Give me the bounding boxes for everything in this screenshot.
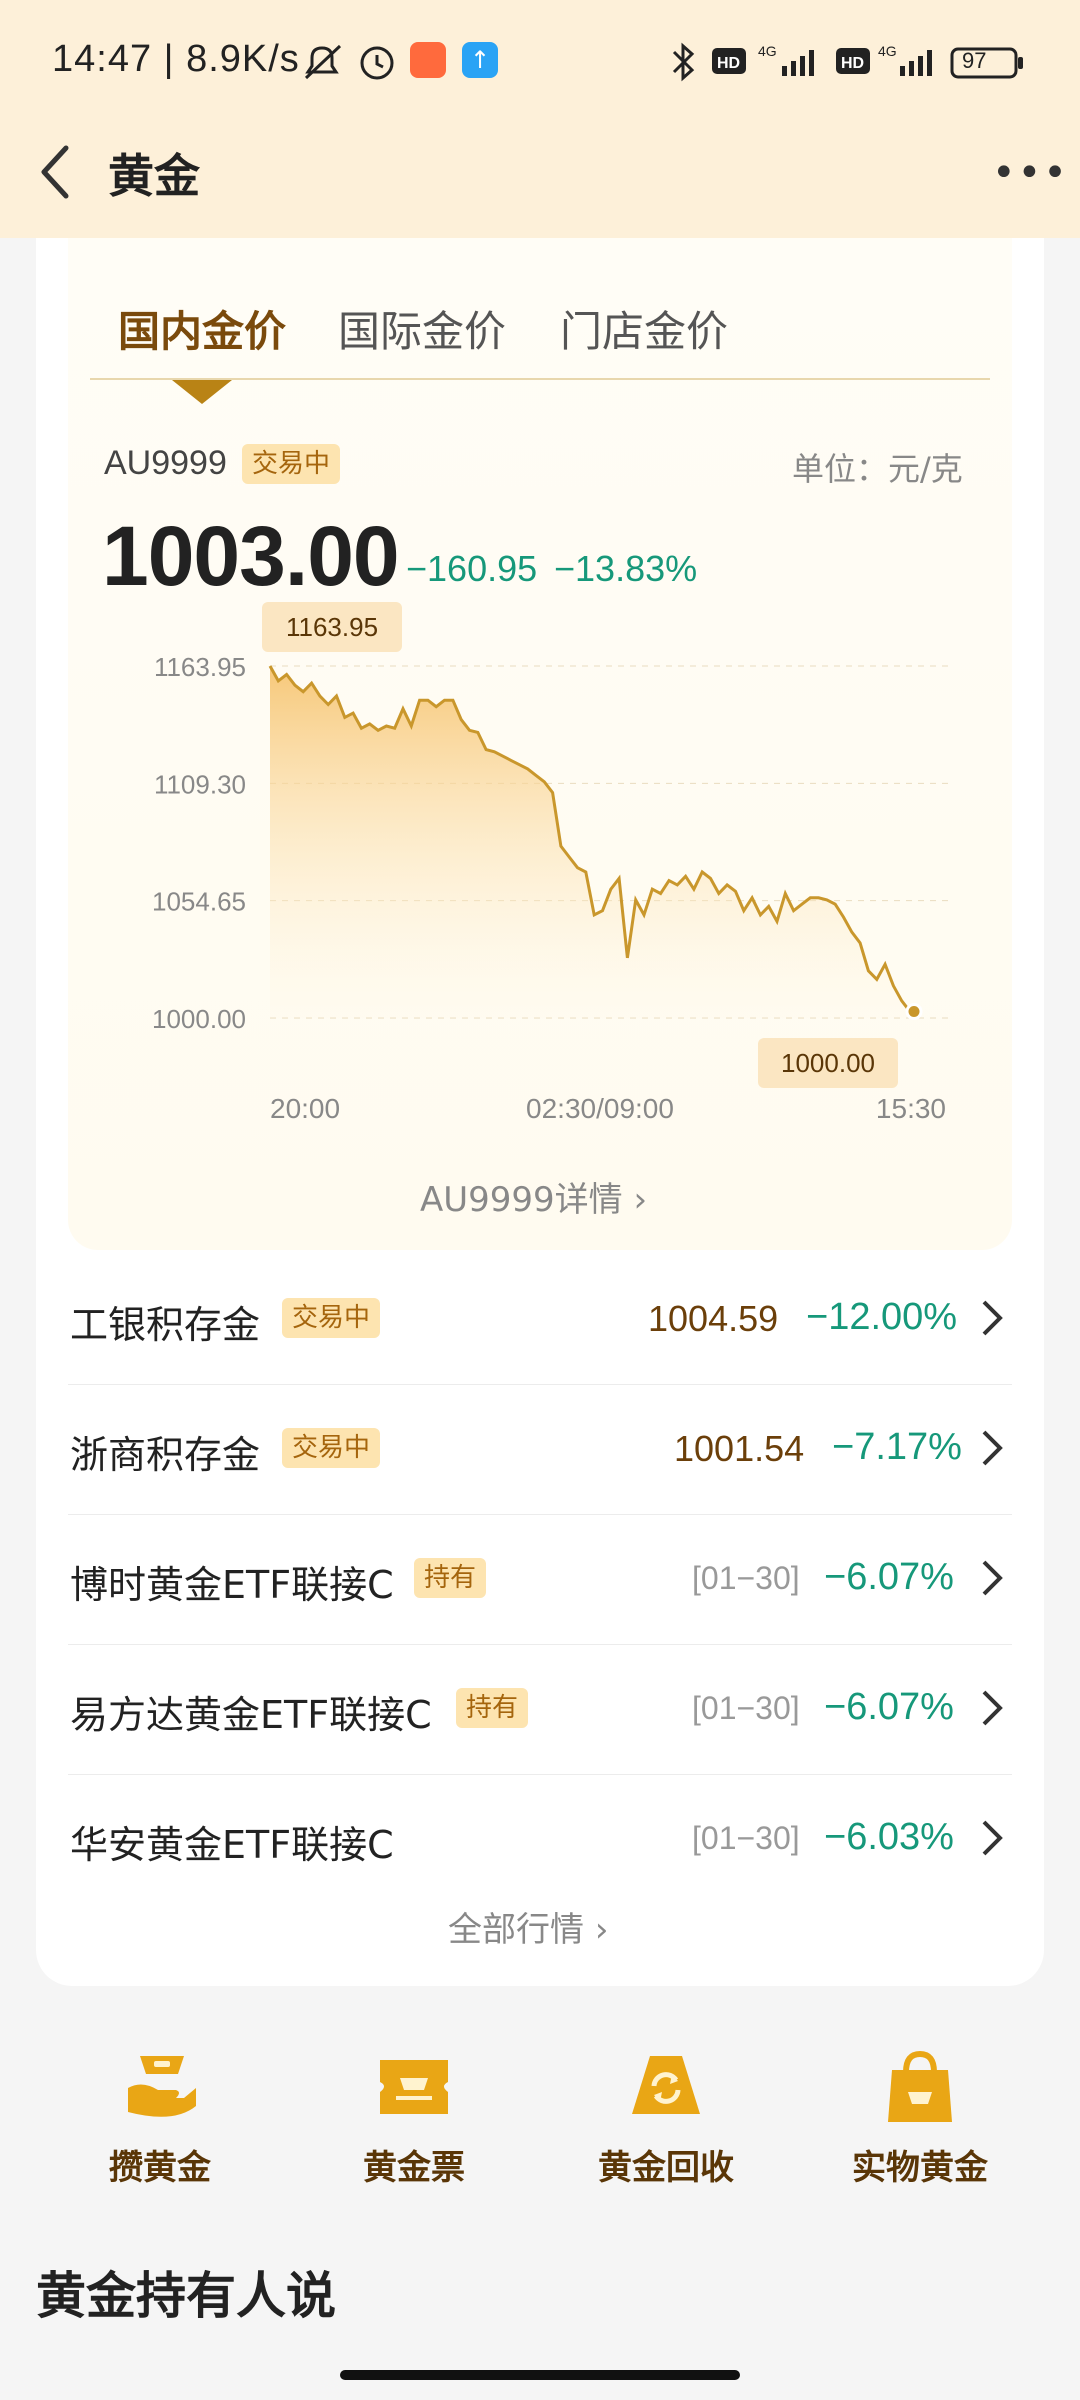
y-tick-label: 1163.95	[154, 652, 246, 682]
chevron-right-icon	[982, 1560, 1003, 1596]
svg-text:1000.00: 1000.00	[781, 1048, 875, 1078]
list-item-name: 易方达黄金ETF联接C	[70, 1693, 432, 1737]
list-item-pct: −6.07%	[824, 1686, 954, 1728]
gold-bar-hand-icon	[128, 2056, 196, 2117]
section-title: 黄金持有人说	[36, 2267, 336, 2325]
app-notification-icon	[410, 42, 446, 78]
all-market-link[interactable]: 全部行情 ›	[448, 1902, 608, 1951]
notification-off-icon	[304, 44, 342, 80]
svg-text:4G: 4G	[758, 44, 777, 59]
divider	[68, 1514, 1012, 1515]
chevron-right-icon	[982, 1430, 1003, 1466]
gold-ticket-icon	[380, 2060, 448, 2114]
list-item-name: 工银积存金	[70, 1303, 261, 1347]
upload-app-icon: ↑	[462, 42, 498, 78]
shortcut-label: 实物黄金	[852, 2148, 988, 2188]
chevron-right-icon	[982, 1820, 1003, 1856]
tab-international[interactable]: 国际金价	[338, 298, 506, 359]
y-tick-label: 1109.30	[154, 769, 246, 799]
shortcut-label: 黄金回收	[598, 2148, 734, 2188]
list-item-date: [01−30]	[692, 1690, 800, 1726]
list-item-name: 浙商积存金	[70, 1433, 261, 1477]
chevron-right-icon: ›	[594, 1910, 609, 1950]
battery-level: 97	[962, 48, 987, 73]
list-item-pct: −7.17%	[832, 1426, 962, 1468]
bluetooth-icon	[672, 42, 695, 82]
svg-text:1163.95: 1163.95	[286, 612, 378, 642]
shortcut-label: 攒黄金	[109, 2148, 211, 2188]
alarm-icon	[360, 46, 394, 80]
list-item-date: [01−30]	[692, 1560, 800, 1596]
chevron-right-icon	[982, 1300, 1003, 1336]
quote-code: AU9999	[104, 444, 227, 482]
price-chart[interactable]: 1163.95 1109.30 1054.65 1000.00 20:00 02:30/0…	[120, 596, 960, 1136]
x-tick-label: 20:00	[270, 1093, 340, 1124]
divider	[68, 1384, 1012, 1385]
list-item-value: 1001.54	[674, 1428, 805, 1469]
list-item-pct: −6.07%	[824, 1556, 954, 1598]
page-title: 黄金	[108, 149, 200, 203]
chevron-right-icon	[982, 1690, 1003, 1726]
x-tick-label: 02:30/09:00	[526, 1093, 674, 1124]
shopping-bag-icon	[888, 2050, 952, 2122]
signal-sim1-icon: HD 4G	[712, 44, 814, 76]
tab-indicator	[172, 380, 232, 404]
divider	[68, 1644, 1012, 1645]
min-price-label: 1000.00	[758, 1038, 898, 1088]
more-options-icon[interactable]: •••	[992, 150, 1069, 196]
tab-domestic[interactable]: 国内金价	[118, 298, 286, 359]
back-arrow-icon[interactable]	[36, 142, 80, 202]
max-price-label: 1163.95	[262, 602, 402, 652]
chevron-right-icon: ›	[633, 1180, 648, 1220]
current-price: 1003.00	[102, 509, 400, 603]
x-tick-label: 15:30	[876, 1093, 946, 1124]
status-badge: 持有	[456, 1688, 529, 1728]
current-price-dot	[905, 1003, 923, 1021]
price-unit: 单位：元/克	[792, 450, 963, 488]
price-series-area	[270, 666, 910, 1018]
list-item-pct: −6.03%	[824, 1816, 954, 1858]
detail-link[interactable]: AU9999详情 ›	[420, 1172, 647, 1221]
svg-text:4G: 4G	[878, 44, 897, 59]
home-indicator[interactable]	[340, 2370, 740, 2380]
shortcut-label: 黄金票	[363, 2148, 465, 2188]
y-tick-label: 1054.65	[152, 887, 246, 917]
status-badge: 交易中	[282, 1298, 381, 1338]
list-item-name: 华安黄金ETF联接C	[70, 1823, 394, 1867]
trading-status-badge: 交易中	[242, 444, 341, 484]
signal-sim2-icon: HD 4G	[836, 44, 932, 76]
list-item-name: 博时黄金ETF联接C	[70, 1563, 394, 1607]
gold-recycle-icon	[632, 2056, 700, 2114]
y-tick-label: 1000.00	[152, 1004, 246, 1034]
list-item-date: [01−30]	[692, 1820, 800, 1856]
status-badge: 持有	[414, 1558, 487, 1598]
status-time-speed: 14:47 | 8.9K/s	[52, 38, 300, 80]
divider	[68, 1774, 1012, 1775]
price-change-pct: −13.83%	[554, 548, 698, 589]
list-item-value: 1004.59	[648, 1298, 779, 1339]
status-badge: 交易中	[282, 1428, 381, 1468]
svg-text:HD: HD	[841, 55, 864, 72]
price-change: −160.95	[406, 548, 538, 589]
svg-text:HD: HD	[717, 55, 740, 72]
list-item-pct: −12.00%	[806, 1296, 958, 1338]
tab-store[interactable]: 门店金价	[560, 298, 728, 359]
